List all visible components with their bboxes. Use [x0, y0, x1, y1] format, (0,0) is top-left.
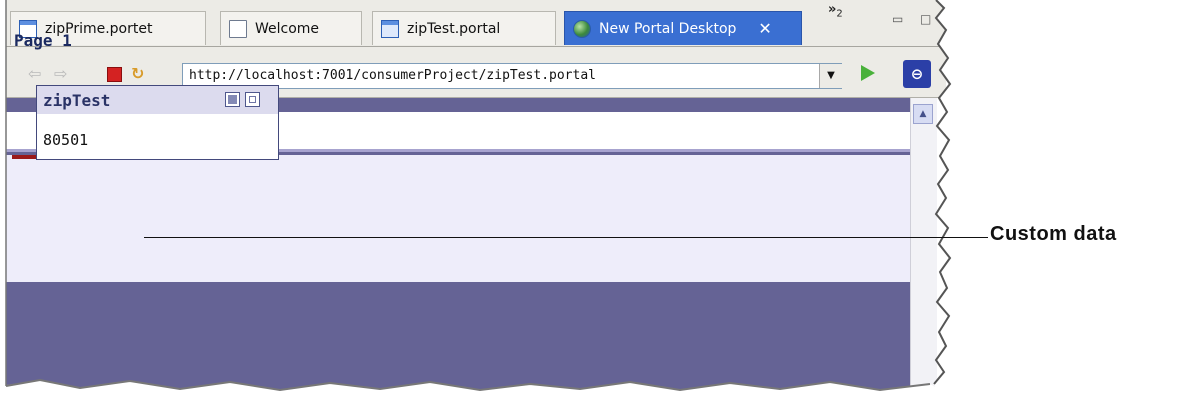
tab-overflow-button[interactable]: »2 — [828, 2, 843, 20]
go-icon[interactable] — [861, 65, 875, 81]
tab-label: Welcome — [255, 20, 320, 37]
eclipse-icon[interactable]: ⊖ — [903, 60, 931, 88]
portlet-content-value: 80501 — [43, 131, 89, 149]
page-tab[interactable]: Page 1 — [14, 31, 72, 50]
tab-ziptest-portal[interactable]: zipTest.portal — [372, 11, 556, 45]
minimize-icon[interactable]: ▭ — [892, 12, 903, 26]
close-icon[interactable]: ✕ — [758, 19, 771, 38]
portlet-title: zipTest — [43, 91, 111, 110]
callout-leader-line — [144, 237, 988, 238]
overflow-count: 2 — [836, 8, 843, 20]
tab-label: zipTest.portal — [407, 20, 501, 37]
url-input[interactable]: http://localhost:7001/consumerProject/zi… — [182, 63, 842, 89]
portlet-titlebar: zipTest — [37, 86, 278, 114]
tab-new-portal-desktop[interactable]: New Portal Desktop ✕ — [564, 11, 802, 45]
maximize-icon[interactable]: □ — [920, 12, 931, 26]
vertical-scrollbar[interactable]: ▲ — [910, 98, 937, 394]
tab-welcome[interactable]: Welcome — [220, 11, 362, 45]
callout-label: Custom data — [990, 223, 1117, 245]
refresh-icon[interactable]: ↻ — [131, 66, 144, 82]
url-dropdown-button[interactable]: ▼ — [819, 64, 842, 88]
back-arrow-icon[interactable]: ⇦ — [28, 66, 41, 82]
ziptest-portlet: zipTest 80501 — [36, 85, 279, 160]
editor-tab-bar: zipPrime.portet Welcome zipTest.portal N… — [6, 0, 946, 47]
page-body — [6, 155, 910, 282]
portlet-maximize-icon[interactable] — [245, 92, 260, 107]
portal-icon — [381, 19, 399, 38]
tab-label: New Portal Desktop — [599, 20, 737, 37]
scroll-up-icon[interactable]: ▲ — [913, 104, 933, 124]
portlet-minimize-icon[interactable] — [225, 92, 240, 107]
document-icon — [229, 19, 247, 38]
stop-icon[interactable] — [107, 67, 122, 82]
forward-arrow-icon[interactable]: ⇨ — [54, 66, 67, 82]
globe-icon — [573, 19, 591, 38]
